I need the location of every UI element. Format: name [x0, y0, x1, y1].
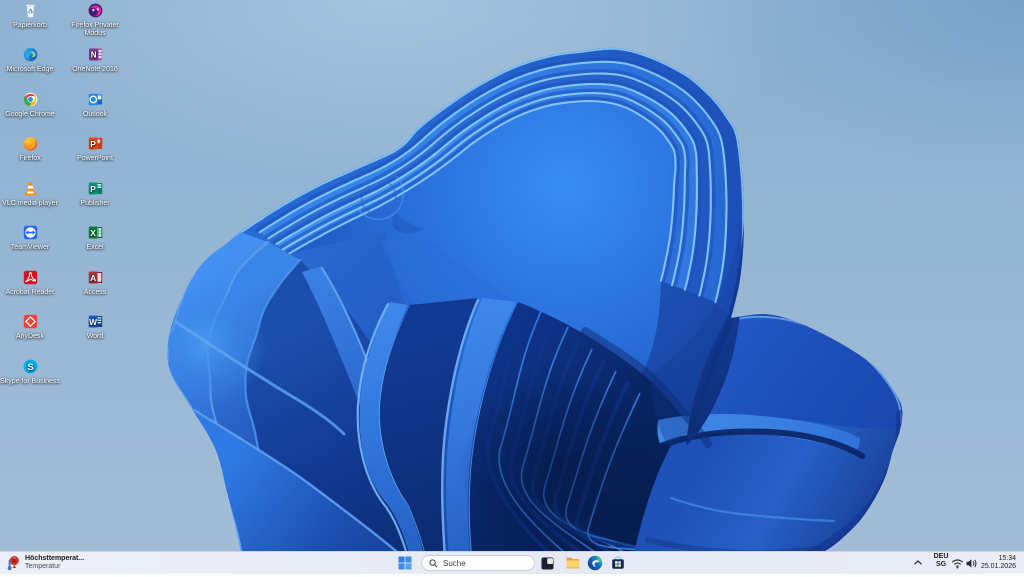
svg-text:N: N: [90, 51, 96, 60]
svg-text:P: P: [90, 183, 96, 193]
svg-text:A: A: [90, 272, 96, 282]
svg-text:W: W: [89, 317, 97, 327]
svg-text:X: X: [90, 228, 96, 238]
svg-text:P: P: [90, 139, 96, 149]
svg-text:S: S: [27, 361, 33, 372]
